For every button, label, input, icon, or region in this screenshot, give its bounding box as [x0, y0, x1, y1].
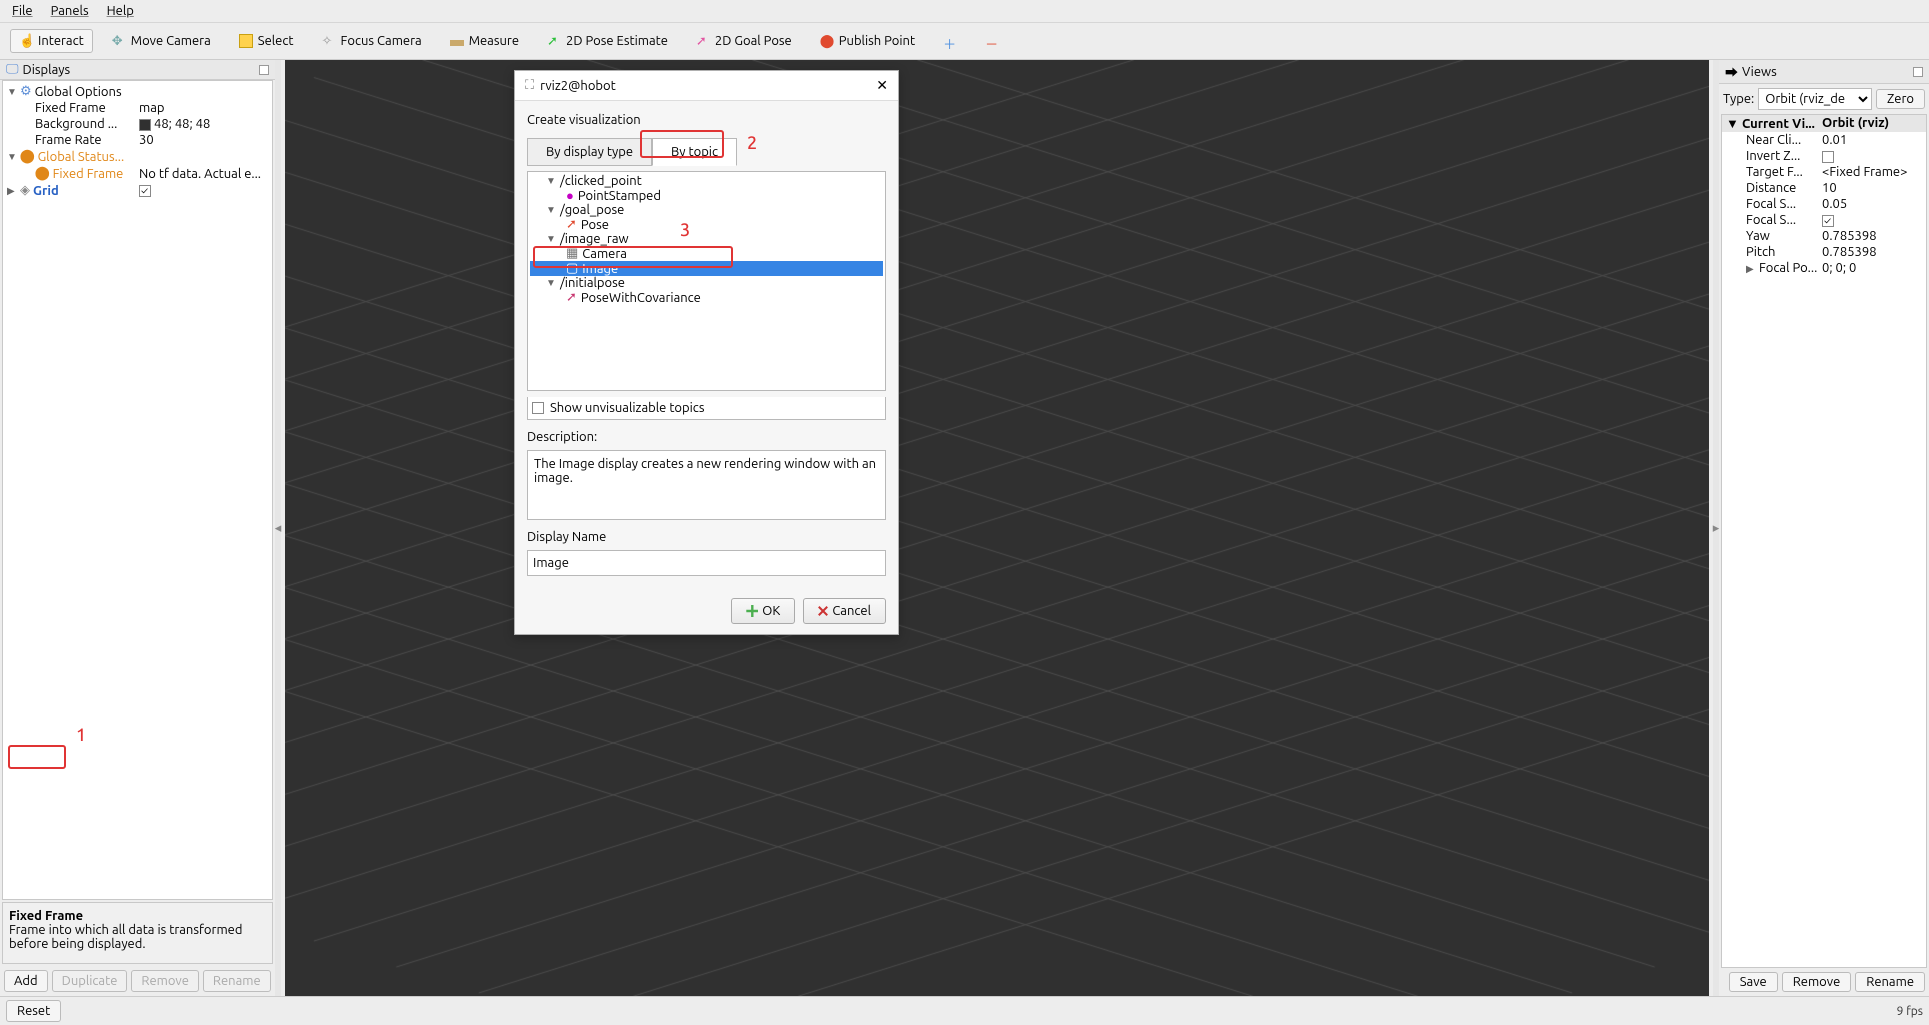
views-rename-button[interactable]: Rename — [1855, 972, 1925, 992]
fps-label: 9 fps — [1897, 1005, 1923, 1018]
displays-tree[interactable]: ▼⚙Global Options Fixed Framemap Backgrou… — [2, 80, 273, 900]
type-label: Type: — [1723, 92, 1754, 106]
display-name-input[interactable] — [527, 550, 886, 576]
topic-list[interactable]: ▼/clicked_point ● PointStamped ▼/goal_po… — [527, 171, 886, 391]
tool-2d-pose-estimate[interactable]: ➚2D Pose Estimate — [538, 29, 677, 53]
arrow-icon: ➚ — [566, 290, 577, 305]
tool-publish-point[interactable]: ⬤Publish Point — [811, 29, 924, 53]
add-display-dialog: ⛶ rviz2@hobot ✕ Create visualization By … — [514, 70, 899, 635]
displays-title: 🖵 Displays — [0, 60, 275, 80]
grid-checkbox[interactable] — [139, 185, 151, 197]
ruler-icon — [450, 40, 464, 46]
panel-collapse-icon[interactable] — [1913, 67, 1923, 77]
checkbox[interactable] — [1822, 215, 1834, 227]
tool-move-camera[interactable]: ✥Move Camera — [103, 29, 220, 53]
zero-button[interactable]: Zero — [1876, 89, 1925, 109]
rename-button: Rename — [203, 970, 271, 992]
tab-by-topic[interactable]: By topic — [652, 138, 737, 166]
3d-viewport[interactable] — [285, 60, 1709, 996]
displays-panel: 🖵 Displays ▼⚙Global Options Fixed Framem… — [0, 60, 275, 996]
display-name-label: Display Name — [527, 530, 886, 544]
show-unvisualizable-label: Show unvisualizable topics — [550, 401, 704, 415]
gear-icon: ⚙ — [20, 84, 32, 99]
image-icon: ▢ — [566, 261, 578, 276]
menu-panels[interactable]: Panels — [51, 4, 89, 18]
monitor-icon: 🖵 — [6, 62, 19, 77]
tool-add-icon[interactable]: ＋ — [934, 29, 966, 53]
point-icon: ● — [566, 188, 574, 203]
dialog-heading: Create visualization — [527, 113, 886, 127]
checkbox[interactable] — [1822, 151, 1834, 163]
remove-button: Remove — [131, 970, 199, 992]
crosshair-icon: ✧ — [322, 34, 336, 48]
select-icon — [239, 34, 253, 48]
tool-remove-icon[interactable]: － — [976, 29, 1008, 53]
arrow-icon: ➚ — [566, 217, 577, 232]
show-unvisualizable-checkbox[interactable] — [532, 402, 544, 414]
views-save-button[interactable]: Save — [1729, 972, 1778, 992]
type-select[interactable]: Orbit (rviz_de — [1758, 88, 1872, 110]
warning-icon: ⬤ — [35, 166, 50, 181]
topic-image-item[interactable]: ▢ Image — [530, 261, 883, 276]
tool-focus-camera[interactable]: ✧Focus Camera — [313, 29, 431, 53]
move-icon: ✥ — [112, 34, 126, 48]
dialog-title: rviz2@hobot — [540, 79, 616, 93]
minus-icon: － — [985, 34, 999, 48]
rviz-icon: ⛶ — [525, 78, 534, 93]
camera-icon: ▦ — [566, 246, 578, 261]
views-tree[interactable]: ▼ Current Vi...Orbit (rviz) Near Cli...0… — [1721, 114, 1927, 968]
plus-icon — [746, 605, 758, 617]
tool-select[interactable]: Select — [230, 29, 303, 53]
views-panel: ⮕ Views Type: Orbit (rviz_de Zero ▼ Curr… — [1719, 60, 1929, 996]
description-label: Description: — [527, 430, 886, 444]
ok-button[interactable]: OK — [731, 598, 795, 624]
description-box: The Image display creates a new renderin… — [527, 450, 886, 520]
pin-icon: ⬤ — [820, 34, 834, 48]
views-icon: ⮕ — [1725, 62, 1738, 81]
cursor-icon: ☝ — [19, 34, 33, 48]
tool-measure[interactable]: Measure — [441, 29, 528, 53]
splitter-left[interactable]: ◂ — [275, 60, 281, 996]
close-icon[interactable]: ✕ — [876, 77, 888, 94]
color-swatch-icon — [139, 119, 151, 131]
statusbar: Reset 9 fps — [0, 996, 1929, 1025]
x-icon — [818, 606, 828, 616]
arrow-green-icon: ➚ — [547, 34, 561, 48]
reset-button[interactable]: Reset — [6, 1000, 61, 1022]
views-remove-button[interactable]: Remove — [1782, 972, 1852, 992]
warning-icon: ⬤ — [20, 149, 35, 164]
displays-help: Fixed Frame Frame into which all data is… — [2, 902, 273, 964]
arrow-pink-icon: ➚ — [696, 34, 710, 48]
menu-help[interactable]: Help — [107, 4, 134, 18]
panel-collapse-icon[interactable] — [259, 65, 269, 75]
cancel-button[interactable]: Cancel — [803, 598, 886, 624]
tool-2d-goal-pose[interactable]: ➚2D Goal Pose — [687, 29, 801, 53]
add-button[interactable]: Add — [4, 970, 48, 992]
eye-icon: ◈ — [20, 183, 30, 198]
duplicate-button: Duplicate — [52, 970, 128, 992]
plus-icon: ＋ — [943, 34, 957, 48]
tab-by-display-type[interactable]: By display type — [527, 138, 652, 166]
toolbar: ☝Interact ✥Move Camera Select ✧Focus Cam… — [0, 23, 1929, 60]
menu-file[interactable]: File — [12, 4, 33, 18]
menubar: File Panels Help — [0, 0, 1929, 23]
views-title: ⮕ Views — [1719, 60, 1929, 84]
tool-interact[interactable]: ☝Interact — [10, 29, 93, 53]
